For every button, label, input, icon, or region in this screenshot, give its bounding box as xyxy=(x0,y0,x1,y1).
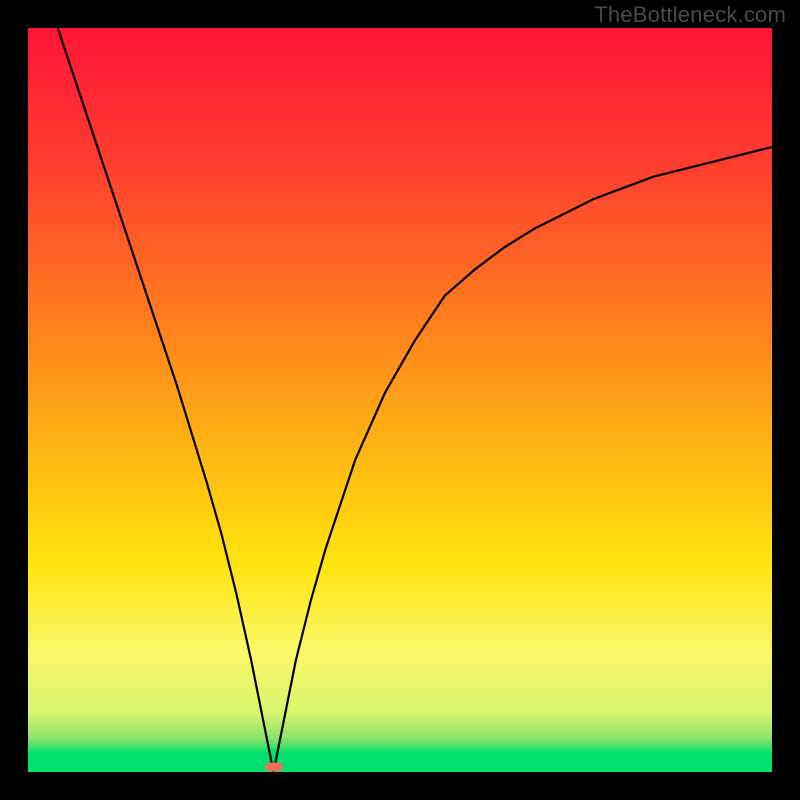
plot-area xyxy=(28,28,772,772)
minimum-marker xyxy=(265,763,283,772)
watermark-text: TheBottleneck.com xyxy=(594,2,786,28)
curve-layer xyxy=(28,28,772,772)
chart-stage: TheBottleneck.com xyxy=(0,0,800,800)
bottleneck-curve xyxy=(58,28,772,772)
